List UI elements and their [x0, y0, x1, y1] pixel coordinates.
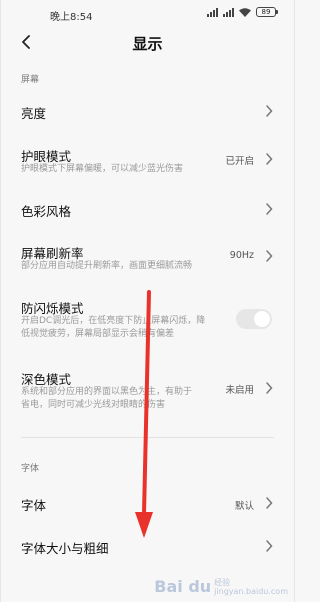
setting-description: 部分应用自动提升刷新率，画面更细腻流畅 — [21, 261, 193, 271]
watermark-text: 经验 — [214, 577, 231, 587]
setting-description: 开启DC调光后，在低亮度下防止屏幕闪烁，降 — [21, 316, 206, 326]
setting-row-anti-flicker[interactable]: 防闪烁模式 开启DC调光后，在低亮度下防止屏幕闪烁，降 低视觉疲劳，屏幕局部显示… — [1, 295, 294, 343]
watermark-logo: Bai du — [154, 577, 212, 596]
chevron-right-icon — [266, 382, 273, 394]
setting-value: 已开启 — [225, 156, 254, 167]
setting-label: 字体 — [21, 498, 47, 513]
signal-icon — [207, 7, 218, 17]
settings-screen: 晚上8:54 89 显示 屏幕 亮度 护眼模式 护眼模式下屏幕偏暖，可以减少蓝光… — [0, 0, 295, 602]
battery-icon: 89 — [256, 7, 278, 17]
setting-label: 字体大小与粗细 — [21, 541, 109, 556]
baidu-jingyan-watermark: Bai du 经验 jingyan.baidu.com — [154, 577, 288, 596]
setting-description: 系统和部分应用的界面以黑色为主，有助于 — [21, 387, 193, 397]
setting-row-font-size[interactable]: 字体大小与粗细 — [1, 533, 294, 561]
chevron-right-icon — [266, 540, 273, 552]
battery-level: 89 — [256, 7, 276, 17]
status-time: 晚上8:54 — [50, 12, 93, 23]
chevron-right-icon — [266, 497, 273, 509]
setting-row-color-style[interactable]: 色彩风格 — [1, 196, 294, 224]
setting-value: 未启用 — [225, 385, 254, 396]
section-header-font: 字体 — [21, 464, 40, 474]
chevron-right-icon — [266, 203, 273, 215]
section-header-screen: 屏幕 — [21, 75, 40, 85]
setting-value: 默认 — [234, 501, 254, 512]
setting-row-font[interactable]: 字体 默认 — [1, 490, 294, 518]
setting-row-refresh-rate[interactable]: 屏幕刷新率 部分应用自动提升刷新率，画面更细腻流畅 90Hz — [1, 240, 294, 276]
setting-label: 亮度 — [21, 106, 47, 121]
chevron-right-icon — [266, 105, 273, 117]
setting-row-brightness[interactable]: 亮度 — [1, 98, 294, 126]
setting-description: 护眼模式下屏幕偏暖，可以减少蓝光伤害 — [21, 164, 184, 174]
setting-description-2: 省电，同时可减少光线对眼睛的伤害 — [21, 400, 166, 410]
signal-icon-2 — [223, 7, 234, 17]
watermark-sub: jingyan.baidu.com — [214, 586, 288, 596]
chevron-right-icon — [266, 250, 273, 262]
wifi-icon — [239, 7, 251, 17]
section-divider — [21, 437, 274, 438]
setting-value: 90Hz — [229, 250, 254, 261]
setting-label: 色彩风格 — [21, 204, 72, 219]
setting-row-eye-care[interactable]: 护眼模式 护眼模式下屏幕偏暖，可以减少蓝光伤害 已开启 — [1, 143, 294, 179]
chevron-right-icon — [266, 153, 273, 165]
setting-description-2: 低视觉疲劳，屏幕局部显示会稍有偏差 — [21, 329, 175, 339]
page-title: 显示 — [132, 35, 163, 53]
header: 显示 — [1, 28, 294, 62]
status-bar: 晚上8:54 89 — [1, 0, 294, 28]
anti-flicker-toggle[interactable] — [236, 309, 272, 329]
setting-row-dark-mode[interactable]: 深色模式 系统和部分应用的界面以黑色为主，有助于 省电，同时可减少光线对眼睛的伤… — [1, 366, 294, 414]
status-icons: 89 — [207, 7, 278, 17]
